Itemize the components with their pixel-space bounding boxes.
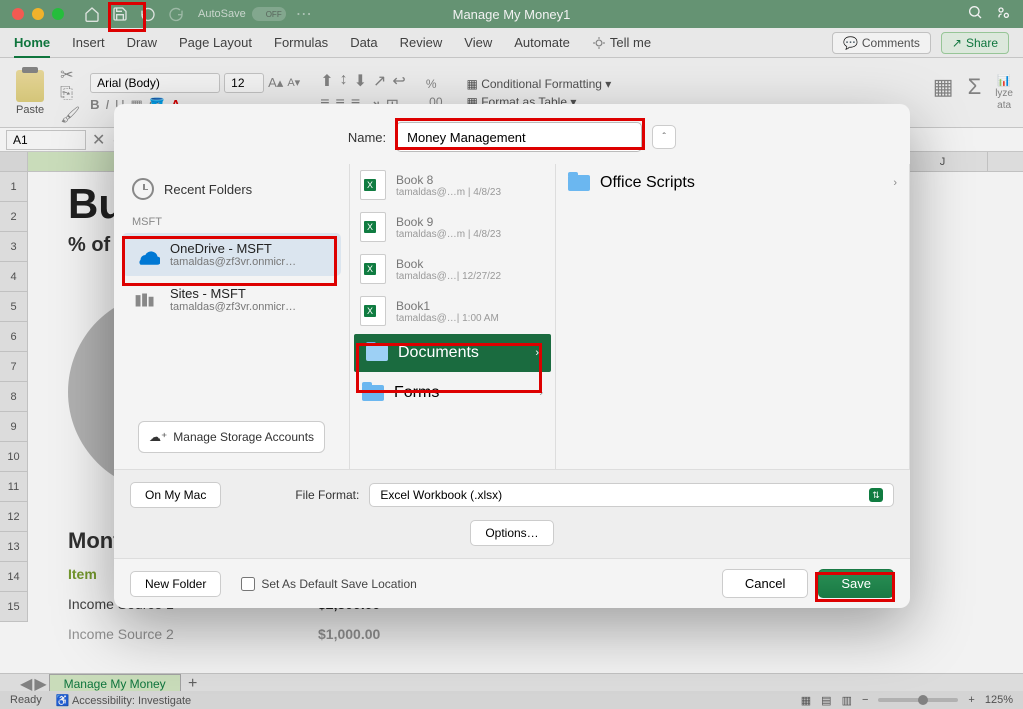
file-item[interactable]: Book1tamaldas@…| 1:00 AM — [350, 290, 555, 332]
save-button[interactable]: Save — [818, 569, 894, 598]
new-folder-button[interactable]: New Folder — [130, 571, 221, 597]
sites-icon — [134, 290, 160, 310]
options-button[interactable]: Options… — [470, 520, 553, 546]
folder-icon — [366, 345, 388, 361]
excel-file-icon — [360, 254, 386, 284]
folder-office-scripts[interactable]: Office Scripts› — [556, 164, 909, 202]
file-item[interactable]: Booktamaldas@…| 12/27/22 — [350, 248, 555, 290]
default-location-input[interactable] — [241, 577, 255, 591]
folder-icon — [362, 385, 384, 401]
clock-icon — [132, 178, 154, 200]
recent-folders[interactable]: Recent Folders — [118, 172, 345, 206]
folder-icon — [568, 175, 590, 191]
chevron-right-icon: › — [535, 347, 539, 359]
location-onedrive[interactable]: OneDrive - MSFTtamaldas@zf3vr.onmicr… — [122, 233, 341, 276]
name-label: Name: — [348, 130, 386, 145]
location-sites[interactable]: Sites - MSFTtamaldas@zf3vr.onmicr… — [122, 278, 341, 321]
manage-storage-button[interactable]: ☁⁺ Manage Storage Accounts — [138, 421, 325, 453]
cancel-button[interactable]: Cancel — [722, 569, 808, 598]
file-format-select[interactable]: Excel Workbook (.xlsx) ⇅ — [369, 483, 894, 507]
excel-file-icon — [360, 212, 386, 242]
onedrive-icon — [134, 245, 160, 265]
on-my-mac-button[interactable]: On My Mac — [130, 482, 221, 508]
folder-documents[interactable]: Documents› — [354, 334, 551, 372]
file-item[interactable]: Book 8tamaldas@…m | 4/8/23 — [350, 164, 555, 206]
file-item[interactable]: Book 9tamaldas@…m | 4/8/23 — [350, 206, 555, 248]
expand-button[interactable]: ˆ — [652, 125, 676, 149]
file-format-label: File Format: — [295, 488, 359, 502]
save-dialog: Name: ˆ Recent Folders MSFT OneDrive - M… — [114, 104, 910, 608]
default-location-checkbox[interactable]: Set As Default Save Location — [241, 577, 416, 591]
folder-forms[interactable]: Forms› — [350, 374, 555, 412]
section-msft: MSFT — [118, 206, 345, 232]
excel-file-icon — [360, 170, 386, 200]
dropdown-arrow-icon: ⇅ — [869, 488, 883, 502]
excel-file-icon — [360, 296, 386, 326]
filename-input[interactable] — [396, 122, 642, 152]
chevron-right-icon: › — [539, 387, 543, 399]
chevron-right-icon: › — [893, 177, 897, 189]
